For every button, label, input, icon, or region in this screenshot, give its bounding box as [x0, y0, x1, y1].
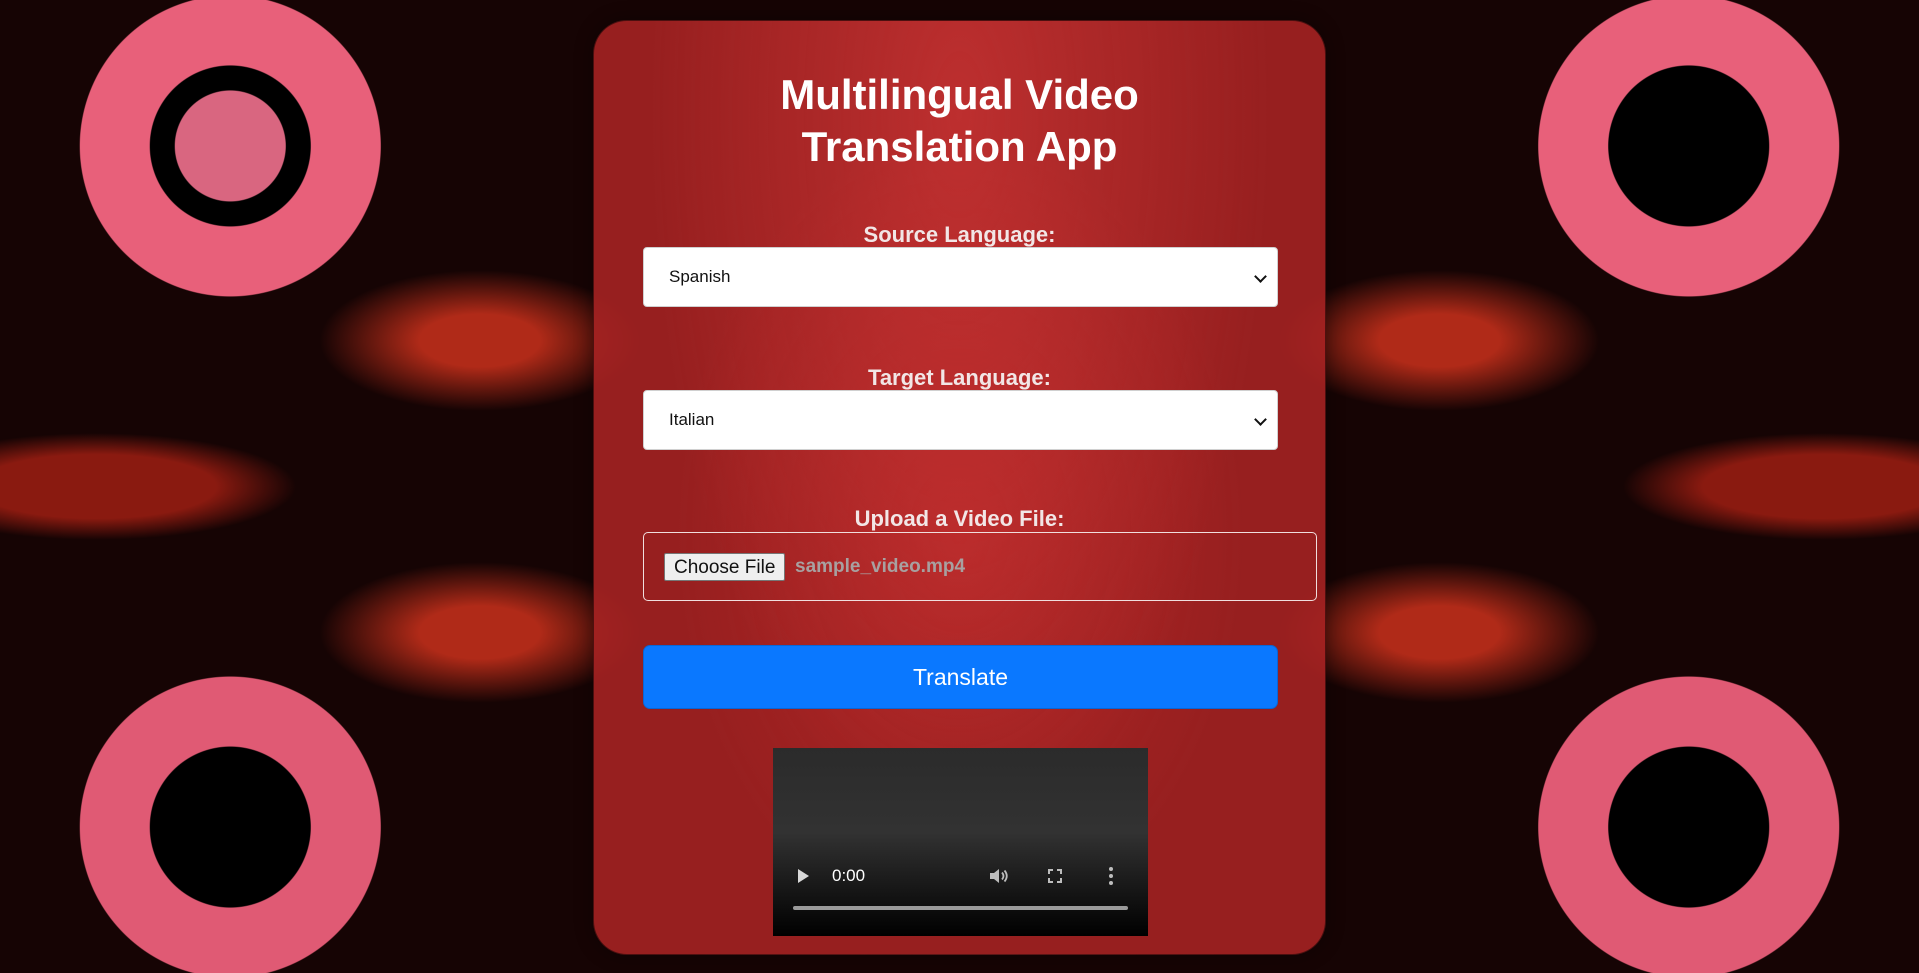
translate-button[interactable]: Translate — [643, 645, 1278, 709]
video-file-input[interactable]: Choose File sample_video.mp4 — [643, 532, 1317, 601]
page-title: Multilingual Video Translation App — [780, 71, 1139, 170]
video-time: 0:00 — [832, 866, 866, 885]
selected-file-name: sample_video.mp4 — [795, 556, 966, 577]
target-language-value: Italian — [669, 410, 715, 429]
volume-icon[interactable] — [989, 868, 1009, 884]
fullscreen-icon[interactable] — [1048, 869, 1062, 883]
chevron-down-icon — [1254, 413, 1267, 426]
chevron-down-icon — [1254, 270, 1267, 283]
choose-file-button[interactable]: Choose File — [664, 553, 786, 581]
video-player[interactable]: 0:00 — [773, 748, 1148, 936]
source-language-select[interactable]: Spanish — [643, 247, 1278, 307]
target-language-select[interactable]: Italian — [643, 390, 1278, 450]
source-language-label: Source Language: — [863, 222, 1056, 247]
more-options-icon[interactable] — [1109, 867, 1113, 885]
source-language-value: Spanish — [669, 267, 731, 286]
target-language-label: Target Language: — [868, 365, 1051, 390]
translation-card: Multilingual Video Translation App Sourc… — [593, 20, 1326, 955]
play-icon[interactable] — [798, 869, 809, 883]
video-progress-bar[interactable] — [793, 906, 1128, 910]
upload-label: Upload a Video File: — [854, 506, 1065, 531]
